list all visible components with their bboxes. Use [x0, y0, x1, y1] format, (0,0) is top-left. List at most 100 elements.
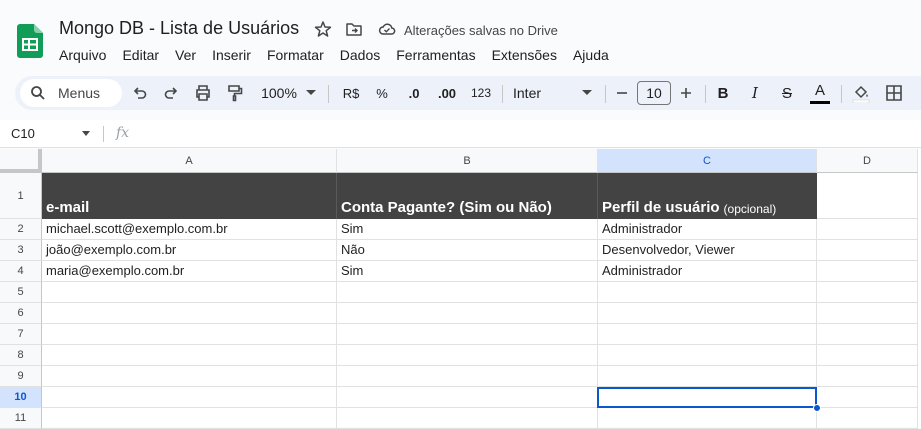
- cell-a4[interactable]: maria@exemplo.com.br: [42, 261, 337, 282]
- number-format-button[interactable]: 123: [470, 83, 492, 103]
- cell-a1[interactable]: e-mail: [42, 173, 337, 219]
- text-color-button[interactable]: A: [810, 81, 830, 105]
- row-header-2[interactable]: 2: [0, 219, 42, 240]
- name-box-dropdown-icon[interactable]: [82, 131, 90, 136]
- cell-c2[interactable]: Administrador: [598, 219, 817, 240]
- cell-c5[interactable]: [598, 282, 817, 303]
- menu-ferramentas[interactable]: Ferramentas: [388, 45, 483, 65]
- cell-d8[interactable]: [817, 345, 918, 366]
- menu-arquivo[interactable]: Arquivo: [51, 45, 114, 65]
- cell-a11[interactable]: [42, 408, 337, 429]
- cell-d9[interactable]: [817, 366, 918, 387]
- menu-formatar[interactable]: Formatar: [259, 45, 332, 65]
- row-header-11[interactable]: 11: [0, 408, 42, 429]
- cell-c6[interactable]: [598, 303, 817, 324]
- star-icon[interactable]: [314, 20, 332, 38]
- cell-a9[interactable]: [42, 366, 337, 387]
- cell-b8[interactable]: [337, 345, 598, 366]
- cell-d4[interactable]: [817, 261, 918, 282]
- cloud-saved-icon[interactable]: [378, 20, 396, 38]
- decrease-font-size-button[interactable]: [615, 83, 629, 103]
- cell-c4[interactable]: Administrador: [598, 261, 817, 282]
- currency-format-button[interactable]: R$: [340, 83, 362, 103]
- cell-d10[interactable]: [817, 387, 918, 408]
- row-header-10[interactable]: 10: [0, 387, 42, 408]
- zoom-dropdown[interactable]: [306, 83, 316, 103]
- row-header-8[interactable]: 8: [0, 345, 42, 366]
- cell-c3[interactable]: Desenvolvedor, Viewer: [598, 240, 817, 261]
- cell-a8[interactable]: [42, 345, 337, 366]
- menu-ver[interactable]: Ver: [167, 45, 204, 65]
- menu-dados[interactable]: Dados: [332, 45, 388, 65]
- cell-c8[interactable]: [598, 345, 817, 366]
- cell-c1[interactable]: Perfil de usuário (opcional): [598, 173, 817, 219]
- decrease-decimal-button[interactable]: .0: [405, 83, 423, 103]
- cell-c9[interactable]: [598, 366, 817, 387]
- column-header-b[interactable]: B: [337, 149, 598, 173]
- paint-format-button[interactable]: [225, 83, 245, 103]
- cell-a10[interactable]: [42, 387, 337, 408]
- redo-button[interactable]: [162, 83, 180, 103]
- percent-format-button[interactable]: %: [375, 83, 389, 103]
- menu-ajuda[interactable]: Ajuda: [565, 45, 617, 65]
- cell-d1[interactable]: [817, 173, 918, 219]
- strikethrough-button[interactable]: S: [778, 83, 796, 103]
- move-folder-icon[interactable]: [345, 20, 363, 38]
- row-header-7[interactable]: 7: [0, 324, 42, 345]
- italic-button[interactable]: I: [747, 83, 763, 103]
- document-title[interactable]: Mongo DB - Lista de Usuários: [59, 18, 299, 39]
- cell-a2[interactable]: michael.scott@exemplo.com.br: [42, 219, 337, 240]
- row-header-1[interactable]: 1: [0, 173, 42, 219]
- bold-button[interactable]: B: [715, 83, 731, 103]
- cell-b9[interactable]: [337, 366, 598, 387]
- cell-a7[interactable]: [42, 324, 337, 345]
- row-header-4[interactable]: 4: [0, 261, 42, 282]
- cell-c11[interactable]: [598, 408, 817, 429]
- increase-decimal-button[interactable]: .00: [435, 83, 459, 103]
- font-family-dropdown[interactable]: [582, 83, 592, 103]
- menu-editar[interactable]: Editar: [114, 45, 167, 65]
- font-size-input[interactable]: 10: [637, 81, 671, 105]
- increase-font-size-button[interactable]: [679, 83, 693, 103]
- undo-button[interactable]: [131, 83, 149, 103]
- cell-b4[interactable]: Sim: [337, 261, 598, 282]
- cell-b6[interactable]: [337, 303, 598, 324]
- cell-d3[interactable]: [817, 240, 918, 261]
- fill-handle[interactable]: [813, 404, 821, 412]
- cell-d7[interactable]: [817, 324, 918, 345]
- cell-c7[interactable]: [598, 324, 817, 345]
- cell-b1[interactable]: Conta Pagante? (Sim ou Não): [337, 173, 598, 219]
- print-button[interactable]: [193, 83, 213, 103]
- cell-a5[interactable]: [42, 282, 337, 303]
- formula-input[interactable]: [140, 124, 910, 144]
- sheets-logo-icon[interactable]: [17, 24, 43, 58]
- cell-d5[interactable]: [817, 282, 918, 303]
- cell-b5[interactable]: [337, 282, 598, 303]
- row-header-9[interactable]: 9: [0, 366, 42, 387]
- search-menus-button[interactable]: Menus: [20, 79, 122, 107]
- cell-b11[interactable]: [337, 408, 598, 429]
- cell-d11[interactable]: [817, 408, 918, 429]
- cell-b7[interactable]: [337, 324, 598, 345]
- font-family-select[interactable]: Inter: [513, 83, 563, 103]
- row-header-6[interactable]: 6: [0, 303, 42, 324]
- cell-a3[interactable]: joão@exemplo.com.br: [42, 240, 337, 261]
- borders-button[interactable]: [885, 83, 903, 103]
- cell-b2[interactable]: Sim: [337, 219, 598, 240]
- cell-b10[interactable]: [337, 387, 598, 408]
- name-box[interactable]: C10: [11, 126, 35, 141]
- menu-inserir[interactable]: Inserir: [204, 45, 259, 65]
- row-header-3[interactable]: 3: [0, 240, 42, 261]
- row-header-5[interactable]: 5: [0, 282, 42, 303]
- cell-a6[interactable]: [42, 303, 337, 324]
- zoom-select[interactable]: 100%: [259, 83, 299, 103]
- cell-d6[interactable]: [817, 303, 918, 324]
- cell-b3[interactable]: Não: [337, 240, 598, 261]
- cell-d2[interactable]: [817, 219, 918, 240]
- fill-color-button[interactable]: [851, 83, 871, 103]
- column-header-c[interactable]: C: [598, 149, 817, 173]
- menu-extensoes[interactable]: Extensões: [484, 45, 565, 65]
- column-header-a[interactable]: A: [42, 149, 337, 173]
- column-header-d[interactable]: D: [817, 149, 918, 173]
- select-all-corner[interactable]: [0, 149, 42, 173]
